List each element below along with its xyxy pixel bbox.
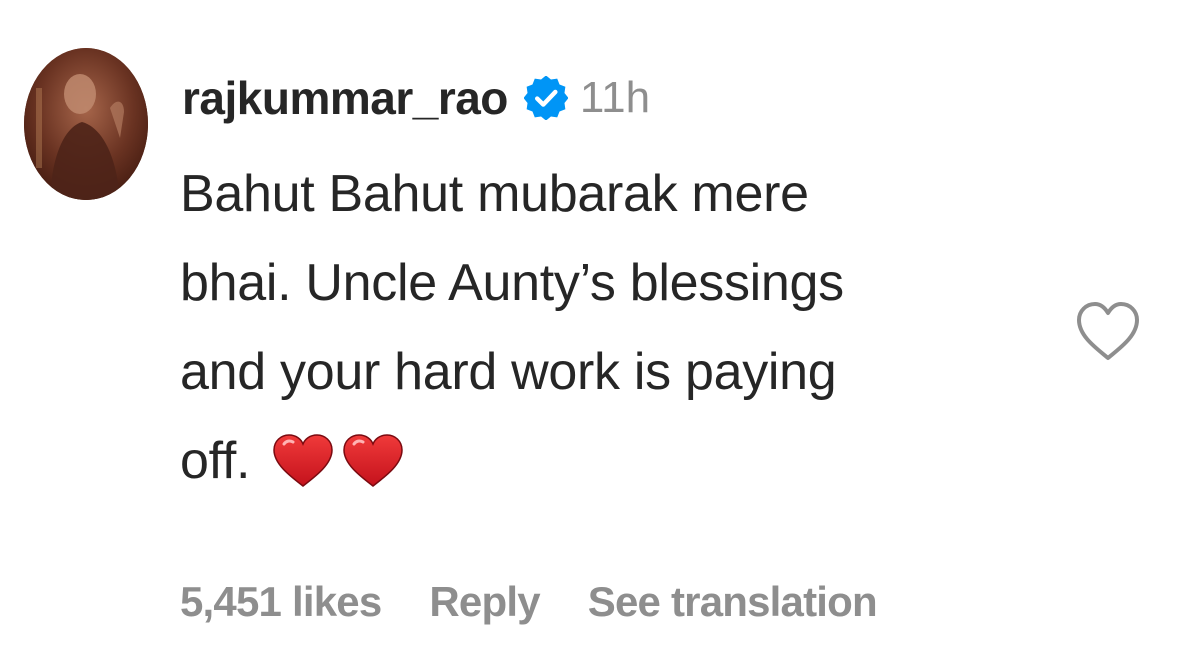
comment-text-line: Bahut Bahut mubarak mere: [180, 165, 809, 223]
comment-text-line: and your hard work is paying: [180, 343, 837, 401]
comment-text-line-last: off.: [180, 417, 1040, 506]
comment-footer: 5,451 likes Reply See translation: [180, 572, 925, 632]
like-button[interactable]: [1074, 300, 1142, 364]
comment-text: Bahut Bahut mubarak mere bhai. Uncle Aun…: [180, 150, 1040, 506]
username[interactable]: rajkummar_rao: [182, 71, 508, 125]
timestamp: 11h: [579, 73, 651, 122]
verified-badge-icon: [523, 76, 568, 120]
comment-text-line: off.: [180, 432, 251, 490]
red-heart-emoji: [342, 434, 404, 488]
red-heart-emoji: [272, 434, 334, 488]
comment-header: rajkummar_rao 11h: [182, 66, 650, 130]
comment: rajkummar_rao 11h Bahut Bahut mubarak me…: [0, 0, 1200, 650]
reply-button[interactable]: Reply: [429, 578, 540, 626]
avatar-image: [24, 48, 148, 200]
avatar[interactable]: [24, 48, 148, 200]
heart-outline-icon: [1077, 302, 1139, 360]
see-translation-button[interactable]: See translation: [588, 578, 878, 626]
likes-count[interactable]: 5,451 likes: [180, 578, 382, 626]
comment-text-line: bhai. Uncle Aunty’s blessings: [180, 254, 844, 312]
